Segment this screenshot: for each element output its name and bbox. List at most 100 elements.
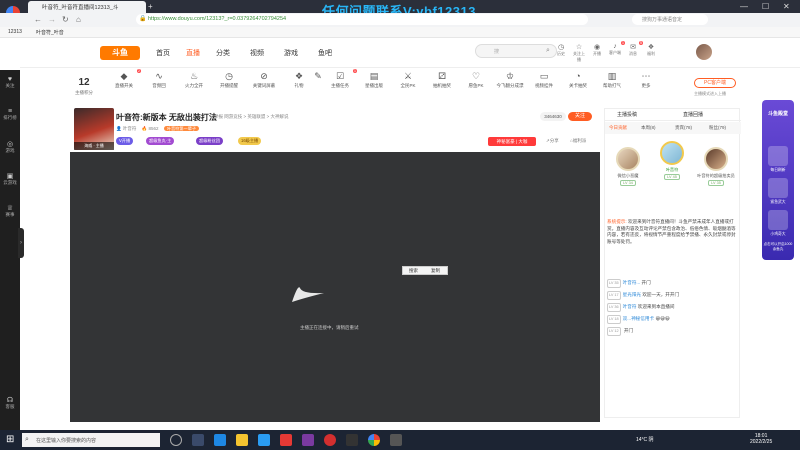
search-icon[interactable]: ⌕ [546,47,550,55]
header-start-live[interactable]: ◉ 开播 [590,43,604,57]
new-tab-icon[interactable]: + [148,2,153,11]
site-search-input[interactable]: 搜 ⌕ [475,44,557,58]
browser-search-input[interactable]: 搜狗万事通语音定 [632,14,708,25]
store-icon[interactable] [258,434,270,446]
tab-week[interactable]: 本周(8) [641,125,656,131]
url-field[interactable]: 🔒 https://www.douyu.com/12313?_r=0.03792… [136,14,588,25]
tool-ad[interactable]: ▤ 星播出版 [360,71,388,89]
tab-streamer-post[interactable]: 主播投稿 [617,111,637,118]
tool-more[interactable]: ⋯ 更多 [632,71,660,89]
rank-card[interactable]: 叶音符 LV 45 [653,141,691,180]
tab-today[interactable]: 今日贡献 [609,125,627,131]
app-icon[interactable] [324,434,336,446]
pc-client-button[interactable]: PC客户端 [694,78,736,88]
streamer-avatar[interactable]: 海威 · 主播 [74,108,114,150]
sidebar-item-game[interactable]: ◎ 游戏 [0,140,20,154]
promo-item-icon[interactable] [768,178,788,198]
tool-audio[interactable]: ∿ 音频回 [145,71,173,89]
pill-vip[interactable]: V开播 [116,137,134,145]
sidebar-item-follow[interactable]: ♥ 关注 [0,76,20,89]
sidebar-item-match[interactable]: ♕ 赛事 [0,204,20,218]
header-welfare[interactable]: ❖ 福利 [644,43,658,57]
ctx-copy[interactable]: 复制 [431,268,440,274]
user-avatar[interactable] [696,44,712,60]
share-button[interactable]: ↗分享 [546,138,559,144]
tool-pk[interactable]: ⚔ 全民PK [394,71,422,89]
cortana-icon[interactable] [170,434,182,446]
home-icon[interactable]: ⌂ [76,15,81,24]
bookmark-item[interactable]: 叶音符_叶音 [36,29,64,36]
promo-item-icon[interactable] [768,146,788,166]
sidebar-item-cloud-game[interactable]: ▣ 云游戏 [0,172,20,186]
tool-crown[interactable]: ♔ 今飞翻分成漂 [496,71,524,89]
app-icon[interactable] [280,434,292,446]
stream-categories[interactable]: 举报 网游竞技 > 英雄联盟 > 大神解说 [214,114,289,120]
header-messages[interactable]: ✉ 消息 5 [626,41,643,57]
tool-fire[interactable]: ♨ 火力全开 [180,71,208,89]
tool-video-widget[interactable]: ▭ 视频挂件 [530,71,558,89]
tool-reminder[interactable]: ◷ 开播提醒 [215,71,243,89]
weather-widget[interactable]: 14°C 阴 [636,436,654,443]
pill-fan-group[interactable]: 超级粉丝团 [196,137,223,145]
sidebar-item-service[interactable]: ☊ 客服 [0,396,20,410]
ctx-search[interactable]: 搜索 [409,268,418,274]
maximize-icon[interactable]: ☐ [762,2,769,11]
floating-promo[interactable]: 斗鱼殿堂 每日刷新 紧急武大 小鸡奇大 点击可以开启1000余鱼丸 [762,100,794,260]
rich-tag-button[interactable]: 神秘富豪 | 大咖 [488,137,536,146]
nav-game[interactable]: 游戏 [284,48,298,58]
app-icon[interactable] [302,434,314,446]
tool-task[interactable]: ☑ 主播任务 1 [326,69,357,89]
rank-card[interactable]: 叶音符的超级拍卖员 LV 35 [697,147,735,186]
chat-username[interactable]: 双...神秘信用卡 [623,316,654,321]
browser-taskbar-icon[interactable] [368,434,380,446]
minimize-icon[interactable]: — [740,2,748,11]
clock[interactable]: 18:01 2022/2/25 [750,433,772,445]
chat-username[interactable]: 星光阳光 [623,292,641,297]
pill-super-fish[interactable]: 超级鱼丸·主 [146,137,175,145]
tool-help[interactable]: ▥ 帮助打气 [598,71,626,89]
tool-level-draw[interactable]: ◔ 关卡抽奖 [564,71,592,89]
app-icon[interactable] [390,434,402,446]
welfare-button[interactable]: ⌂福利派 [570,138,586,144]
follow-button[interactable]: 关注 [568,112,592,121]
back-icon[interactable]: ← [34,15,42,24]
windows-start-icon[interactable]: ⊞ [6,434,14,445]
video-player[interactable] [70,152,600,422]
header-history[interactable]: ◷ 历史 [554,43,568,57]
folder-icon[interactable] [236,434,248,446]
tool-fish-pk[interactable]: ♡ 愿鱼PK [462,71,490,89]
tool-live-switch[interactable]: ◆ 直播开关 2 [110,69,141,89]
task-view-icon[interactable] [192,434,204,446]
header-client[interactable]: ♪ 客户端 1 [608,41,625,56]
rank-card[interactable]: 微信小恶魔 LV 34 [609,147,647,186]
browser-tab-active[interactable]: 叶音符_叶音符直播间12313_斗 [28,1,146,13]
site-logo[interactable]: 斗鱼 [100,46,140,60]
fan-badge[interactable]: 叶音符第一辈子 [163,126,200,131]
nav-live[interactable]: 直播 [186,48,200,58]
nav-yuba[interactable]: 鱼吧 [318,48,332,58]
chat-username[interactable]: 叶音符 [623,304,637,309]
nav-category[interactable]: 分类 [216,48,230,58]
qq-icon[interactable] [346,434,358,446]
streamer-toolbar: 12 主播积分 ◆ 直播开关 2 ∿ 音频回 ♨ 火力全开 ◷ 开播提醒 ⊘ 关键词屏蔽 ❖… [70,69,746,101]
sidebar-item-rank[interactable]: ≡ 排行榜 [0,108,20,121]
forward-icon[interactable]: → [48,15,56,24]
promo-item-icon[interactable] [768,210,788,230]
nav-video[interactable]: 视频 [250,48,264,58]
header-follow[interactable]: ☆ 关注上播 [572,43,586,63]
tab-replay[interactable]: 直播回播 [683,111,703,118]
pill-level[interactable]: 16级主播 [238,137,262,145]
nav-home[interactable]: 首页 [156,48,170,58]
tab-fans[interactable]: 粉丝(79) [709,125,726,131]
tool-keyword-block[interactable]: ⊘ 关键词屏蔽 [250,71,278,89]
tab-vip[interactable]: 贵宾(78) [675,125,692,131]
sidebar-collapse-handle[interactable]: › [18,228,24,258]
close-icon[interactable]: ✕ [783,2,790,11]
refresh-icon[interactable]: ↻ [62,15,69,24]
bookmark-item[interactable]: 12313 [8,29,22,35]
taskbar-search-input[interactable]: ⌕ 在这里输入你要搜索的内容 [22,433,160,447]
edge-icon[interactable] [214,434,226,446]
streamer-name[interactable]: 叶音符 [123,126,137,131]
tool-lottery[interactable]: ⚂ 抽机抽奖 [428,71,456,89]
chat-username[interactable]: 叶音符... [623,280,641,285]
